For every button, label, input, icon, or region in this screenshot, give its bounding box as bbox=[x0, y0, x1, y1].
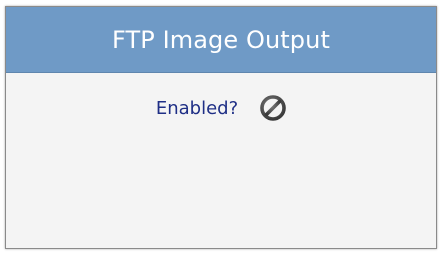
ftp-image-output-panel: FTP Image Output Enabled? bbox=[5, 6, 437, 249]
disabled-icon bbox=[260, 95, 286, 121]
panel-header: FTP Image Output bbox=[6, 7, 436, 73]
enabled-toggle-button[interactable] bbox=[260, 95, 286, 121]
enabled-row: Enabled? bbox=[6, 95, 436, 121]
panel-title: FTP Image Output bbox=[112, 25, 330, 54]
enabled-label: Enabled? bbox=[155, 97, 239, 119]
